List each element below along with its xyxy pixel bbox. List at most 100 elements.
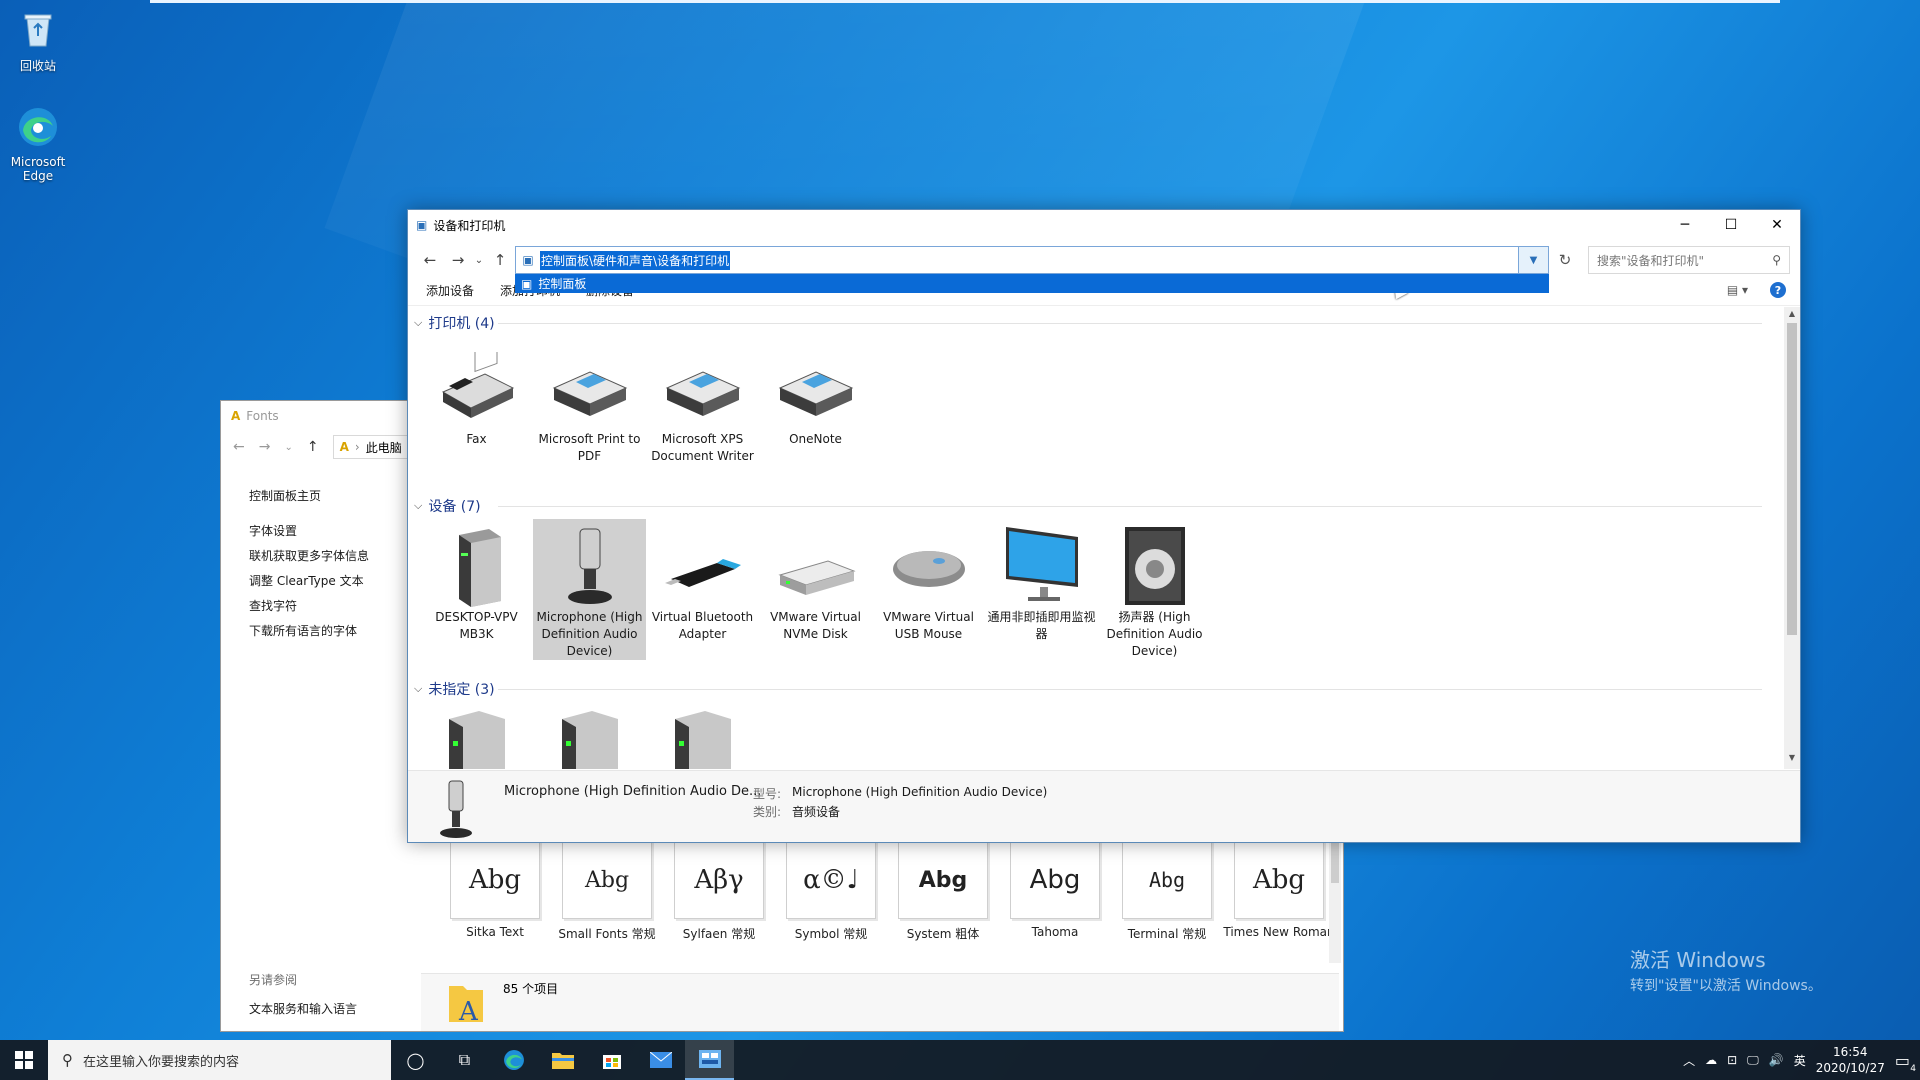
scroll-up-icon[interactable]: ▲: [1784, 309, 1800, 323]
device-microsoft-print-to-pdf[interactable]: Microsoft Print to PDF: [533, 341, 646, 465]
sidebar-link-find-character[interactable]: 查找字符: [249, 597, 429, 622]
meet-now-icon[interactable]: ⊡: [1727, 1053, 1737, 1067]
device-nvme-disk[interactable]: VMware Virtual NVMe Disk: [759, 519, 872, 660]
close-button[interactable]: ✕: [1754, 210, 1800, 240]
device-fax[interactable]: Fax: [420, 341, 533, 465]
wallpaper-streak: [150, 0, 1780, 3]
device-monitor[interactable]: 通用非即插即用监视器: [985, 519, 1098, 660]
forward-icon[interactable]: →: [259, 439, 271, 455]
font-item-tahoma[interactable]: Abg Tahoma: [999, 841, 1111, 942]
scrollbar-thumb[interactable]: [1787, 323, 1797, 635]
sidebar-link-download-fonts[interactable]: 下载所有语言的字体: [249, 622, 429, 647]
show-hidden-icons-icon[interactable]: ︿: [1683, 1052, 1695, 1069]
computer-tower-icon: [448, 711, 505, 769]
group-header-devices[interactable]: ⌵ 设备 (7): [414, 496, 481, 516]
search-input[interactable]: 搜索"设备和打印机" ⚲: [1588, 246, 1790, 274]
font-item-sylfaen[interactable]: Αβγ Sylfaen 常规: [663, 841, 775, 942]
notification-center-icon[interactable]: ▭ 4: [1895, 1051, 1916, 1074]
dropdown-item-control-panel[interactable]: 控制面板: [538, 275, 586, 292]
font-item-symbol[interactable]: α©♩ Symbol 常规: [775, 841, 887, 942]
address-dropdown-list[interactable]: ▣ 控制面板: [515, 274, 1549, 293]
sidebar-link-get-more-fonts[interactable]: 联机获取更多字体信息: [249, 547, 429, 572]
ime-indicator[interactable]: 英: [1794, 1052, 1806, 1069]
disk-drive-icon: [777, 560, 856, 595]
file-explorer-icon[interactable]: [538, 1040, 587, 1080]
device-microphone[interactable]: Microphone (High Definition Audio Device…: [533, 519, 646, 660]
add-device-button[interactable]: 添加设备: [426, 282, 474, 299]
back-icon[interactable]: ←: [233, 439, 245, 455]
minimize-button[interactable]: ─: [1662, 210, 1708, 240]
volume-icon[interactable]: 🔊: [1769, 1053, 1784, 1067]
group-header-printers[interactable]: ⌵ 打印机 (4): [414, 313, 495, 333]
chevron-right-icon: ›: [354, 440, 360, 454]
device-label: DESKTOP-VPV MB3K: [435, 610, 518, 641]
breadcrumb[interactable]: 此电脑: [366, 439, 402, 456]
device-usb-mouse[interactable]: VMware Virtual USB Mouse: [872, 519, 985, 660]
device-unspecified[interactable]: [420, 701, 533, 769]
refresh-button[interactable]: ↻: [1550, 246, 1580, 274]
desktop-icon-recycle-bin[interactable]: 回收站: [0, 8, 76, 74]
devices-printers-window[interactable]: ▣ 设备和打印机 ─ ☐ ✕ ← → ⌄ ↑ ▣ 控制面板\硬件和声音\设备和打…: [407, 209, 1801, 843]
desktop-icon-edge[interactable]: Microsoft Edge: [0, 106, 76, 183]
scroll-down-icon[interactable]: ▼: [1784, 753, 1800, 767]
back-button[interactable]: ←: [416, 246, 444, 274]
device-label: Virtual Bluetooth Adapter: [651, 610, 754, 641]
device-microsoft-xps-writer[interactable]: Microsoft XPS Document Writer: [646, 341, 759, 465]
mail-icon[interactable]: [636, 1040, 685, 1080]
device-desktop-computer[interactable]: DESKTOP-VPV MB3K: [420, 519, 533, 660]
font-preview: Abg: [1010, 841, 1100, 919]
help-icon[interactable]: ?: [1770, 282, 1786, 298]
address-dropdown-button[interactable]: ▼: [1518, 247, 1548, 273]
clock[interactable]: 16:54 2020/10/27: [1816, 1044, 1885, 1076]
device-list-scrollbar[interactable]: ▲ ▼: [1784, 307, 1800, 769]
font-name: Small Fonts 常规: [558, 927, 656, 941]
device-speaker[interactable]: 扬声器 (High Definition Audio Device): [1098, 519, 1211, 660]
font-item-system[interactable]: Abg System 粗体: [887, 841, 999, 942]
fonts-scrollbar[interactable]: [1329, 841, 1341, 963]
device-bluetooth-adapter[interactable]: Virtual Bluetooth Adapter: [646, 519, 759, 660]
details-model-label: 型号:: [753, 787, 782, 801]
maximize-button[interactable]: ☐: [1708, 210, 1754, 240]
control-panel-taskbar-icon[interactable]: [685, 1040, 734, 1080]
font-item-terminal[interactable]: Abg Terminal 常规: [1111, 841, 1223, 942]
scrollbar-thumb[interactable]: [1331, 843, 1339, 883]
see-also-link-text-services[interactable]: 文本服务和输入语言: [249, 1000, 357, 1017]
sidebar-link-control-panel-home[interactable]: 控制面板主页: [249, 487, 429, 512]
device-unspecified[interactable]: [533, 701, 646, 769]
address-text[interactable]: 控制面板\硬件和声音\设备和打印机: [540, 250, 731, 270]
control-panel-icon: ▣: [416, 218, 428, 232]
sidebar-link-font-settings[interactable]: 字体设置: [249, 522, 429, 547]
computer-tower-icon: [458, 529, 501, 607]
cortana-button[interactable]: ◯: [391, 1040, 440, 1080]
unspecified-items: [420, 701, 759, 769]
details-pane: Microphone (High Definition Audio De... …: [408, 770, 1800, 842]
task-view-button[interactable]: ⧉: [440, 1040, 489, 1080]
monitor-icon: [1005, 527, 1078, 601]
sidebar-link-cleartype[interactable]: 调整 ClearType 文本: [249, 572, 429, 597]
up-button[interactable]: ↑: [486, 246, 514, 274]
device-unspecified[interactable]: [646, 701, 759, 769]
store-icon[interactable]: [587, 1040, 636, 1080]
address-bar[interactable]: ▣ 控制面板\硬件和声音\设备和打印机 ▼: [515, 246, 1549, 274]
network-icon[interactable]: 🖵: [1747, 1053, 1759, 1068]
font-item-sitka-text[interactable]: Abg Sitka Text: [439, 841, 551, 942]
forward-button[interactable]: →: [444, 246, 472, 274]
microphone-icon: [440, 780, 472, 838]
search-icon[interactable]: ⚲: [1772, 253, 1781, 267]
start-button[interactable]: [0, 1040, 48, 1080]
font-item-times-new-roman[interactable]: Abg Times New Roman: [1223, 841, 1335, 942]
font-item-small-fonts[interactable]: Abg Small Fonts 常规: [551, 841, 663, 942]
taskbar-edge-icon[interactable]: [489, 1040, 538, 1080]
device-label: 扬声器 (High Definition Audio Device): [1106, 610, 1203, 658]
device-onenote[interactable]: OneNote: [759, 341, 872, 465]
taskbar-search-box[interactable]: ⚲ 在这里输入你要搜索的内容: [48, 1040, 391, 1080]
recent-locations-button[interactable]: ⌄: [472, 246, 486, 274]
up-icon[interactable]: ↑: [307, 439, 319, 455]
recent-dropdown-icon[interactable]: ⌄: [284, 442, 292, 453]
window-titlebar[interactable]: ▣ 设备和打印机 ─ ☐ ✕: [408, 210, 1800, 240]
mouse-icon: [892, 551, 965, 587]
view-options-button[interactable]: ▤ ▾: [1727, 283, 1748, 297]
network-security-icon[interactable]: ☁: [1705, 1053, 1717, 1067]
group-header-unspecified[interactable]: ⌵ 未指定 (3): [414, 679, 495, 699]
font-preview: Αβγ: [674, 841, 764, 919]
